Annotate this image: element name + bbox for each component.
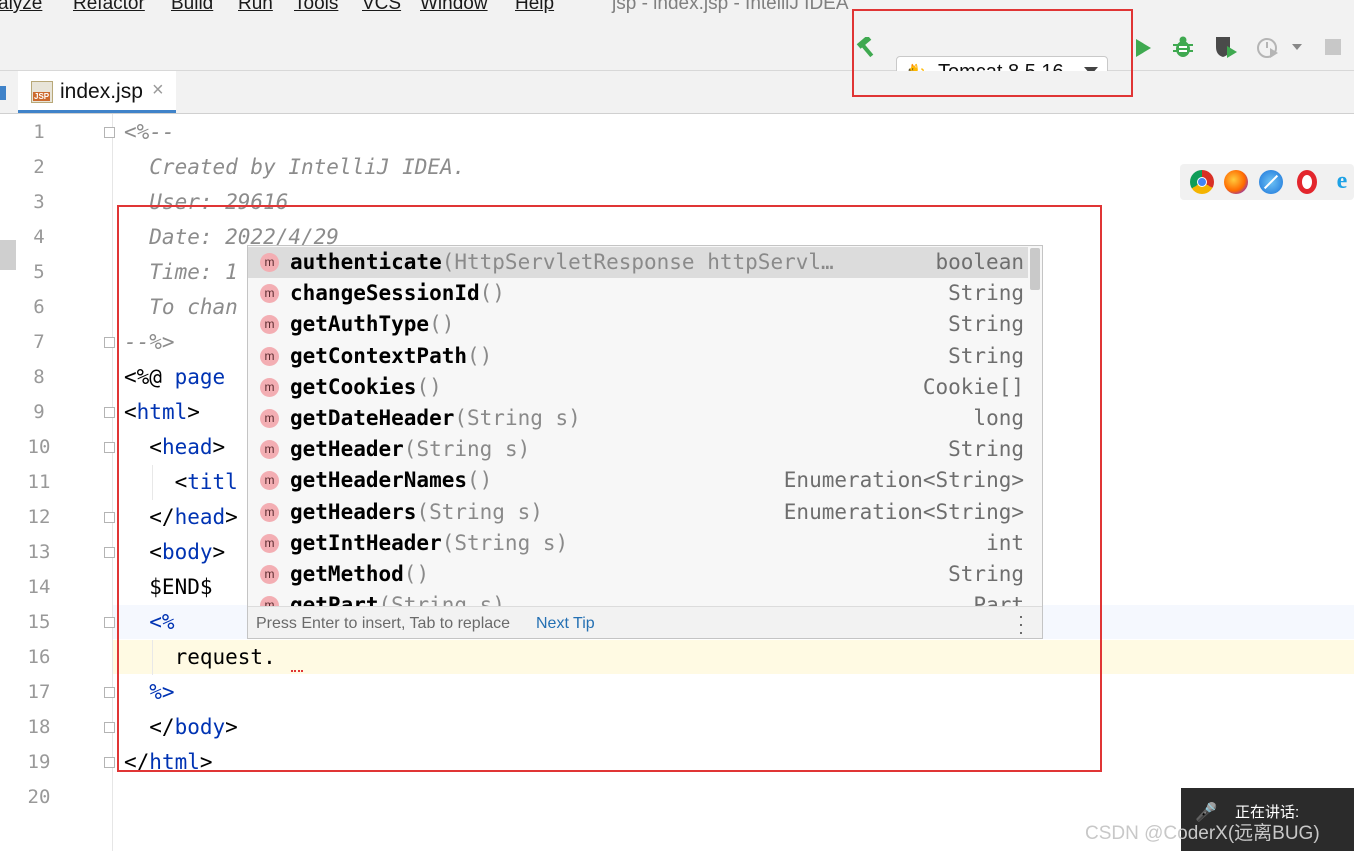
tab-label: index.jsp: [60, 80, 143, 103]
menu-bar: alyze Refactor Build Run Tools VCS Windo…: [0, 0, 1354, 24]
tool-window-stripe-button[interactable]: [0, 240, 16, 270]
line-number: 8: [33, 366, 45, 388]
menu-window[interactable]: Window: [420, 0, 488, 15]
fold-marker[interactable]: [104, 547, 115, 558]
chevron-down-icon[interactable]: [1292, 44, 1302, 50]
jsp-file-icon: JSP: [31, 81, 53, 103]
fold-marker[interactable]: [104, 337, 115, 348]
line-number: 15: [27, 611, 51, 633]
watermark: CSDN @CoderX(远离BUG): [1085, 823, 1320, 844]
tool-window-stripe-marker: [0, 86, 6, 100]
code-line: <%--: [124, 120, 175, 144]
fold-marker[interactable]: [104, 617, 115, 628]
window-title: jsp - index.jsp - IntelliJ IDEA: [612, 0, 849, 14]
line-number: 18: [27, 716, 51, 738]
fold-marker[interactable]: [104, 757, 115, 768]
editor-tab-bar: JSP index.jsp ×: [0, 71, 1354, 114]
menu-vcs[interactable]: VCS: [362, 0, 401, 15]
menu-build[interactable]: Build: [171, 0, 213, 15]
firefox-icon[interactable]: [1224, 170, 1248, 194]
fold-marker[interactable]: [104, 407, 115, 418]
run-icon[interactable]: [1133, 37, 1153, 63]
line-number: 17: [27, 681, 51, 703]
line-number: 19: [27, 751, 51, 773]
opera-icon[interactable]: [1297, 170, 1317, 194]
safari-icon[interactable]: [1259, 170, 1283, 194]
coverage-icon[interactable]: [1213, 35, 1239, 63]
close-icon[interactable]: ×: [152, 79, 164, 102]
browser-preview-bar: e: [1180, 164, 1354, 200]
menu-refactor[interactable]: Refactor: [73, 0, 145, 15]
line-number: 2: [33, 156, 45, 178]
menu-help[interactable]: Help: [515, 0, 554, 15]
toolbar: 🐈 Tomcat 8.5.16: [0, 24, 1354, 88]
line-number: 1: [33, 121, 45, 143]
line-number: 12: [27, 506, 51, 528]
fold-marker[interactable]: [104, 687, 115, 698]
line-number: 14: [27, 576, 51, 598]
line-number: 9: [33, 401, 45, 423]
tab-index-jsp[interactable]: JSP index.jsp ×: [18, 71, 176, 113]
chrome-icon[interactable]: [1190, 170, 1214, 194]
line-number: 16: [27, 646, 51, 668]
line-number: 4: [33, 226, 45, 248]
line-number: 3: [33, 191, 45, 213]
line-number: 5: [33, 261, 45, 283]
line-number: 11: [27, 471, 51, 493]
debug-icon[interactable]: [1171, 35, 1195, 63]
highlight-box-run-config: [852, 9, 1133, 97]
line-number: 10: [27, 436, 51, 458]
menu-tools[interactable]: Tools: [294, 0, 338, 15]
menu-analyze[interactable]: alyze: [0, 0, 42, 15]
line-number: 7: [33, 331, 45, 353]
fold-marker[interactable]: [104, 127, 115, 138]
stop-icon[interactable]: [1325, 39, 1341, 55]
code-line: Created by IntelliJ IDEA.: [124, 155, 466, 179]
menu-run[interactable]: Run: [238, 0, 273, 15]
line-number: 6: [33, 296, 45, 318]
fold-marker[interactable]: [104, 512, 115, 523]
highlight-box-completion: [117, 205, 1102, 772]
fold-marker[interactable]: [104, 442, 115, 453]
fold-marker[interactable]: [104, 722, 115, 733]
line-number: 13: [27, 541, 51, 563]
line-number: 20: [27, 786, 51, 808]
profile-icon[interactable]: [1256, 36, 1280, 64]
ie-icon[interactable]: e: [1330, 169, 1354, 194]
